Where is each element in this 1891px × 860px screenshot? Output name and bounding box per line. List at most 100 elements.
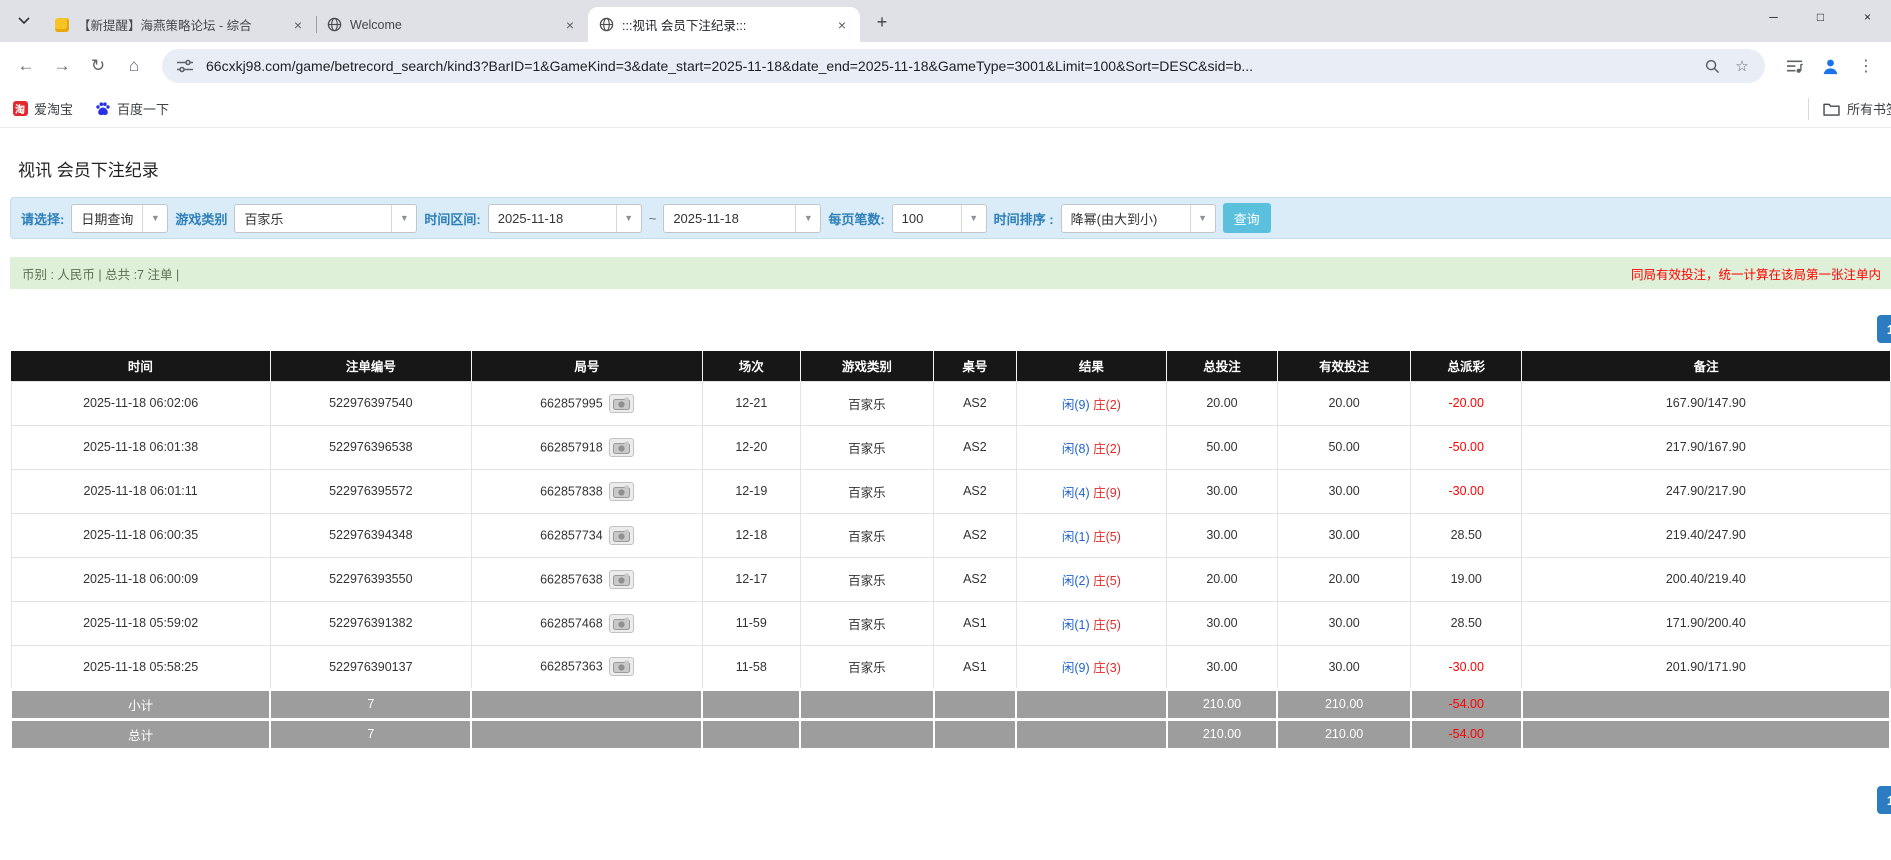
media-controls-icon[interactable] (1779, 51, 1809, 81)
page-size-select[interactable]: 100 ▼ (891, 203, 987, 233)
tab-forum[interactable]: 【新提醒】海燕策略论坛 - 综合 × (44, 7, 317, 42)
bookmarks-bar: 淘 爱淘宝 百度一下 所有书签 (0, 90, 1891, 128)
camera-icon[interactable] (608, 437, 634, 457)
round-number: 662857363 (540, 659, 603, 674)
close-icon[interactable]: × (834, 17, 850, 33)
minimize-button[interactable]: ─ (1750, 0, 1797, 34)
cell-round: 662857468 (470, 600, 703, 646)
camera-icon[interactable] (608, 393, 634, 413)
cell-total-bet[interactable]: 50.00 (1166, 424, 1278, 470)
date-start-select[interactable]: 2025-11-18 ▼ (487, 203, 642, 233)
home-icon[interactable]: ⌂ (118, 50, 150, 82)
tab-search-button[interactable] (10, 7, 38, 35)
window-close-button[interactable]: × (1844, 0, 1891, 34)
result-banker: 庄(5) (1093, 617, 1121, 632)
page-1-button[interactable]: 1 (1877, 786, 1891, 814)
reload-icon[interactable]: ↻ (82, 50, 114, 82)
result-banker: 庄(2) (1093, 441, 1121, 456)
camera-icon[interactable] (608, 657, 634, 676)
cell-game-type: 百家乐 (799, 600, 935, 646)
globe-favicon-icon (326, 17, 342, 33)
round-number: 662857995 (540, 396, 603, 410)
new-tab-button[interactable]: + (868, 8, 896, 36)
url-text[interactable]: 66cxkj98.com/game/betrecord_search/kind3… (206, 58, 1693, 74)
page-size-label: 每页笔数: (828, 211, 885, 227)
table-row: 2025-11-18 05:59:02 522976391382 662857468… (10, 600, 1891, 646)
query-mode-select[interactable]: 日期查询 ▼ (71, 203, 169, 233)
cell-round: 662857995 (470, 380, 703, 426)
table-row: 2025-11-18 06:01:38 522976396538 662857918… (10, 424, 1891, 470)
close-icon[interactable]: × (290, 17, 306, 33)
filter-bar: 请选择: 日期查询 ▼ 游戏类别 百家乐 ▼ 时间区间: 2025-11-18 … (10, 197, 1891, 239)
bookmark-star-icon[interactable]: ☆ (1731, 55, 1753, 77)
column-header: 总投注 (1166, 351, 1278, 381)
forward-icon[interactable]: → (46, 50, 78, 82)
tune-icon[interactable] (174, 55, 196, 77)
cell-total-bet[interactable]: 20.00 (1166, 556, 1278, 602)
column-header: 游戏类别 (800, 351, 935, 381)
chevron-down-icon[interactable]: ▼ (142, 204, 168, 232)
camera-icon[interactable] (608, 569, 634, 589)
cell-payout: -20.00 (1410, 380, 1523, 426)
cell-total-bet[interactable]: 30.00 (1166, 600, 1278, 646)
cell-total-bet[interactable]: 20.00 (1166, 380, 1278, 426)
cell-note: 219.40/247.90 (1521, 512, 1891, 558)
cell-bet-id: 522976393550 (269, 556, 472, 602)
close-icon[interactable]: × (562, 17, 578, 33)
cell-note: 201.90/171.90 (1521, 644, 1891, 690)
cell-total-bet[interactable]: 30.00 (1166, 468, 1278, 514)
cell-total-bet[interactable]: 30.00 (1166, 644, 1278, 690)
maximize-button[interactable]: □ (1797, 0, 1844, 34)
bet-records-table: 时间 注单编号 局号 场次 游戏类别 桌号 结果 总投注 有效投注 总派彩 备注 2025-11-1… (9, 351, 1891, 750)
cell-game-type: 百家乐 (799, 644, 935, 690)
round-number: 662857838 (540, 484, 603, 498)
window-controls: ─ □ × (1750, 0, 1891, 34)
footer-cell (470, 687, 704, 720)
search-button[interactable]: 查询 (1222, 203, 1271, 233)
all-bookmarks[interactable]: 所有书签 (1807, 97, 1891, 120)
camera-icon[interactable] (608, 525, 634, 545)
camera-icon[interactable] (608, 481, 634, 501)
chevron-down-icon[interactable]: ▼ (795, 204, 821, 232)
taobao-icon: 淘 (12, 101, 28, 117)
cell-table-no: AS2 (933, 424, 1017, 470)
cell-payout: 28.50 (1410, 512, 1523, 558)
page-1-button[interactable]: 1 (1877, 315, 1891, 343)
cell-session: 12-21 (701, 380, 801, 426)
tab-bet-records[interactable]: :::视讯 会员下注纪录::: × (588, 7, 860, 42)
browser-menu-icon[interactable]: ⋮ (1851, 51, 1881, 81)
game-type-select[interactable]: 百家乐 ▼ (234, 203, 418, 233)
cell-table-no: AS2 (933, 512, 1017, 558)
footer-cell (470, 717, 704, 750)
chevron-down-icon[interactable]: ▼ (615, 204, 641, 232)
chevron-down-icon[interactable]: ▼ (1189, 204, 1215, 232)
address-bar[interactable]: 66cxkj98.com/game/betrecord_search/kind3… (162, 49, 1765, 83)
result-player: 闲(1) (1061, 617, 1090, 632)
table-row: 2025-11-18 06:00:35 522976394348 662857734… (10, 512, 1891, 558)
folder-icon (1823, 102, 1840, 116)
cell-time: 2025-11-18 06:00:35 (10, 512, 271, 558)
profile-avatar-icon[interactable] (1815, 51, 1845, 81)
sort-select[interactable]: 降幂(由大到小) ▼ (1060, 203, 1216, 233)
zoom-icon[interactable] (1701, 55, 1723, 77)
bookmark-label: 爱淘宝 (34, 102, 74, 117)
camera-icon[interactable] (608, 613, 634, 633)
date-range-label: 时间区间: (424, 211, 481, 227)
cell-result: 闲(4) 庄(9) (1015, 468, 1168, 514)
date-end-select[interactable]: 2025-11-18 ▼ (663, 203, 822, 233)
cell-bet-id: 522976394348 (269, 512, 472, 558)
bookmark-baidu[interactable]: 百度一下 (95, 99, 169, 118)
cell-payout: -30.00 (1410, 468, 1523, 514)
cell-session: 11-58 (701, 644, 801, 690)
back-icon[interactable]: ← (10, 50, 42, 82)
select-mode-label: 请选择: (21, 211, 65, 227)
tab-welcome[interactable]: Welcome × (316, 7, 589, 42)
bookmark-aitaobao[interactable]: 淘 爱淘宝 (12, 99, 73, 118)
cell-bet-id: 522976397540 (269, 380, 472, 426)
footer-cell (701, 687, 802, 720)
cell-total-bet[interactable]: 30.00 (1166, 512, 1278, 558)
cell-note: 247.90/217.90 (1521, 468, 1891, 514)
chevron-down-icon[interactable]: ▼ (960, 204, 986, 232)
chevron-down-icon[interactable]: ▼ (391, 204, 417, 232)
column-header: 有效投注 (1277, 351, 1412, 381)
